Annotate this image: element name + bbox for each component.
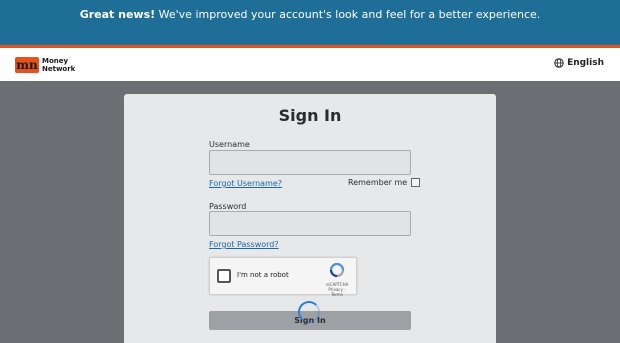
- recaptcha-checkbox[interactable]: [217, 269, 231, 283]
- remember-me[interactable]: Remember me: [348, 178, 421, 187]
- page-title: Sign In: [278, 106, 342, 125]
- globe-icon: [554, 58, 564, 68]
- forgot-username-link[interactable]: Forgot Username?: [209, 179, 282, 188]
- logo-line-2: Network: [42, 65, 76, 73]
- banner-message: We've improved your account's look and f…: [155, 8, 541, 21]
- recaptcha-icon: [329, 262, 345, 278]
- recaptcha-widget: I'm not a robot reCAPTCHA Privacy - Term…: [209, 257, 357, 297]
- logo-text: Money Network: [42, 57, 75, 73]
- recaptcha-links[interactable]: Privacy - Terms: [324, 287, 350, 297]
- username-input[interactable]: [209, 150, 411, 175]
- logo[interactable]: mn Money Network: [15, 56, 75, 74]
- remember-me-label: Remember me: [348, 178, 408, 187]
- password-input[interactable]: [209, 211, 411, 236]
- logo-mark: mn: [15, 57, 39, 73]
- recaptcha-logo: reCAPTCHA Privacy - Terms: [324, 262, 350, 297]
- announcement-banner: Great news! We've improved your account'…: [0, 0, 620, 45]
- username-label: Username: [209, 140, 250, 149]
- logo-line-1: Money: [42, 57, 69, 65]
- loading-spinner-icon: [298, 301, 320, 323]
- remember-me-checkbox[interactable]: [411, 178, 421, 187]
- language-label: English: [567, 58, 604, 68]
- forgot-password-link[interactable]: Forgot Password?: [209, 240, 279, 249]
- password-label: Password: [209, 202, 247, 211]
- recaptcha-label: I'm not a robot: [237, 271, 289, 279]
- banner-highlight: Great news!: [79, 8, 156, 21]
- site-header: mn Money Network English: [0, 48, 620, 81]
- language-selector[interactable]: English: [554, 58, 604, 68]
